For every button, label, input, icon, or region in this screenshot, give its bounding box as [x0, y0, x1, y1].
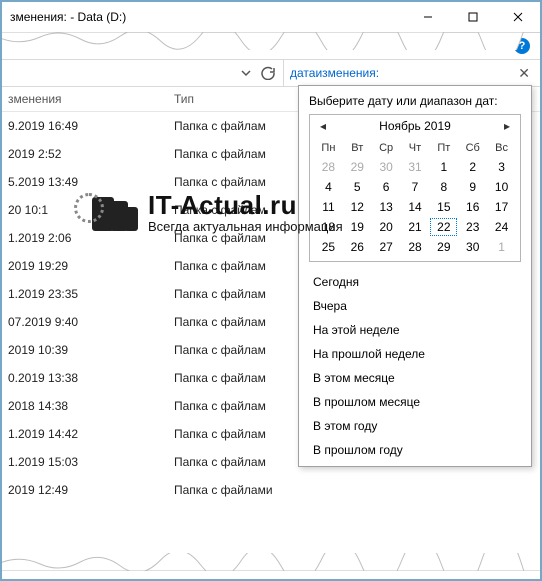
calendar-prev-icon[interactable]: ◂	[312, 115, 334, 137]
calendar-dow: Сб	[458, 139, 487, 157]
titlebar: зменения: - Data (D:)	[2, 2, 540, 33]
cell-date: 2019 10:39	[2, 343, 168, 357]
cell-type: Папка с файлами	[168, 483, 540, 497]
clear-search-icon[interactable]: ✕	[514, 65, 534, 82]
calendar-day[interactable]: 31	[401, 157, 430, 177]
column-header-date[interactable]: зменения	[2, 92, 168, 106]
address-history-chevron-icon[interactable]	[235, 67, 257, 79]
calendar-day[interactable]: 29	[429, 237, 458, 257]
search-box[interactable]: датаизменения: ✕	[284, 60, 540, 86]
calendar-day[interactable]: 23	[458, 217, 487, 237]
ribbon-collapse-bar: ?	[2, 33, 540, 59]
calendar-day[interactable]: 15	[429, 197, 458, 217]
date-range-option[interactable]: В прошлом году	[309, 438, 521, 462]
calendar-day[interactable]: 7	[401, 177, 430, 197]
search-filter-label: датаизменения:	[290, 66, 514, 80]
calendar-day[interactable]: 29	[343, 157, 372, 177]
calendar-day[interactable]: 16	[458, 197, 487, 217]
cell-date: 2019 19:29	[2, 259, 168, 273]
calendar-day[interactable]: 25	[314, 237, 343, 257]
calendar-day[interactable]: 11	[314, 197, 343, 217]
calendar-day[interactable]: 9	[458, 177, 487, 197]
date-range-option[interactable]: В этом месяце	[309, 366, 521, 390]
calendar-day[interactable]: 22	[429, 217, 458, 237]
cell-date: 2019 2:52	[2, 147, 168, 161]
calendar-day[interactable]: 21	[401, 217, 430, 237]
calendar-day[interactable]: 19	[343, 217, 372, 237]
calendar-dow: Вт	[343, 139, 372, 157]
date-range-list: СегодняВчераНа этой неделеНа прошлой нед…	[309, 270, 521, 462]
calendar-dow: Ср	[372, 139, 401, 157]
calendar-dow: Вс	[487, 139, 516, 157]
help-icon[interactable]: ?	[514, 38, 530, 54]
window-title: зменения: - Data (D:)	[2, 10, 405, 24]
calendar-next-icon[interactable]: ▸	[496, 115, 518, 137]
calendar-day[interactable]: 30	[372, 157, 401, 177]
date-range-option[interactable]: На этой неделе	[309, 318, 521, 342]
calendar-day[interactable]: 8	[429, 177, 458, 197]
calendar-day[interactable]: 10	[487, 177, 516, 197]
refresh-icon[interactable]	[257, 66, 279, 80]
calendar-day[interactable]: 2	[458, 157, 487, 177]
torn-edge-bottom	[0, 553, 542, 571]
close-button[interactable]	[495, 2, 540, 32]
calendar-day[interactable]: 13	[372, 197, 401, 217]
calendar-day[interactable]: 4	[314, 177, 343, 197]
cell-date: 1.2019 23:35	[2, 287, 168, 301]
calendar-day[interactable]: 20	[372, 217, 401, 237]
date-filter-header: Выберите дату или диапазон дат:	[309, 94, 521, 108]
calendar-day[interactable]: 12	[343, 197, 372, 217]
calendar-title[interactable]: Ноябрь 2019	[379, 119, 451, 133]
calendar-day[interactable]: 1	[429, 157, 458, 177]
calendar-dow: Пт	[429, 139, 458, 157]
calendar-day[interactable]: 27	[372, 237, 401, 257]
calendar-nav: ◂ Ноябрь 2019 ▸	[310, 115, 520, 137]
calendar-day[interactable]: 18	[314, 217, 343, 237]
cell-date: 9.2019 16:49	[2, 119, 168, 133]
maximize-button[interactable]	[450, 2, 495, 32]
cell-date: 1.2019 14:42	[2, 427, 168, 441]
cell-date: 07.2019 9:40	[2, 315, 168, 329]
calendar: ◂ Ноябрь 2019 ▸ ПнВтСрЧтПтСбВс2829303112…	[309, 114, 521, 262]
date-range-option[interactable]: Вчера	[309, 294, 521, 318]
chevron-down-icon[interactable]	[496, 39, 508, 54]
date-filter-popup: Выберите дату или диапазон дат: ◂ Ноябрь…	[298, 85, 532, 467]
calendar-day[interactable]: 6	[372, 177, 401, 197]
cell-date: 2018 14:38	[2, 399, 168, 413]
calendar-day[interactable]: 17	[487, 197, 516, 217]
cell-date: 1.2019 2:06	[2, 231, 168, 245]
explorer-window: зменения: - Data (D:) ? датаизменения:	[0, 0, 542, 581]
date-range-option[interactable]: На прошлой неделе	[309, 342, 521, 366]
calendar-day[interactable]: 5	[343, 177, 372, 197]
calendar-day[interactable]: 24	[487, 217, 516, 237]
calendar-day[interactable]: 14	[401, 197, 430, 217]
calendar-day[interactable]: 1	[487, 237, 516, 257]
cell-date: 20 10:1	[2, 203, 168, 217]
cell-date: 2019 12:49	[2, 483, 168, 497]
calendar-grid: ПнВтСрЧтПтСбВс28293031123456789101112131…	[310, 137, 520, 261]
table-row[interactable]: 2019 12:49Папка с файлами	[2, 476, 540, 504]
calendar-dow: Чт	[401, 139, 430, 157]
address-search-bar: датаизменения: ✕	[2, 59, 540, 87]
address-bar[interactable]	[2, 60, 284, 86]
cell-date: 1.2019 15:03	[2, 455, 168, 469]
minimize-button[interactable]	[405, 2, 450, 32]
calendar-day[interactable]: 26	[343, 237, 372, 257]
cell-date: 5.2019 13:49	[2, 175, 168, 189]
calendar-day[interactable]: 28	[401, 237, 430, 257]
date-range-option[interactable]: В прошлом месяце	[309, 390, 521, 414]
calendar-day[interactable]: 28	[314, 157, 343, 177]
calendar-day[interactable]: 30	[458, 237, 487, 257]
calendar-dow: Пн	[314, 139, 343, 157]
calendar-day[interactable]: 3	[487, 157, 516, 177]
cell-date: 0.2019 13:38	[2, 371, 168, 385]
date-range-option[interactable]: Сегодня	[309, 270, 521, 294]
date-range-option[interactable]: В этом году	[309, 414, 521, 438]
